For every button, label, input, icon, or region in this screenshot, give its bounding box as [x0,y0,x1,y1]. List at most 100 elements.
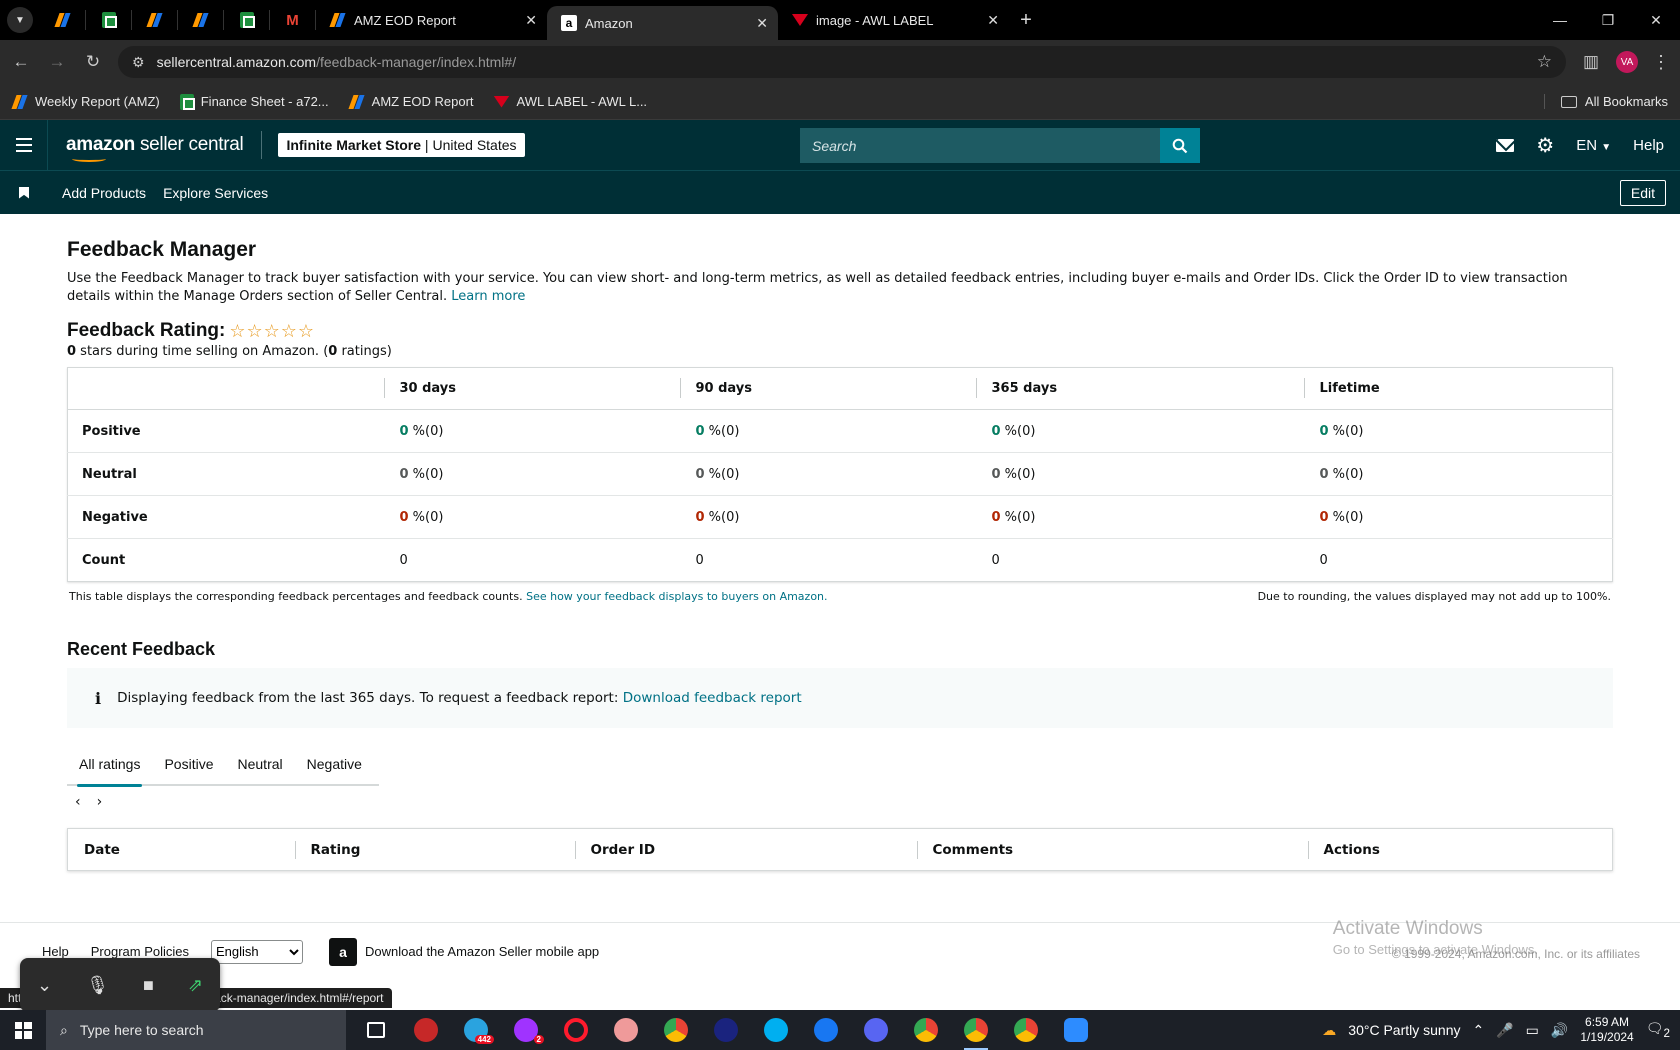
row-label-header [67,367,384,410]
metric-value: 0 [399,509,409,525]
restore-icon[interactable]: ❐ [1584,0,1632,40]
metric-suffix: %(0) [408,423,444,439]
sheets-icon [179,93,195,110]
download-report-link[interactable]: Download feedback report [623,690,802,706]
skype-icon[interactable] [756,1010,796,1050]
bookmark-item[interactable]: Weekly Report (AMZ) [12,94,160,110]
chrome-icon[interactable] [656,1010,696,1050]
notifications-icon[interactable]: 🗨2 [1646,1020,1670,1040]
chevron-left-icon[interactable]: ‹ [75,794,81,810]
chrome-profile-icon[interactable] [1006,1010,1046,1050]
mail-icon[interactable] [1496,138,1515,152]
bookmark-icon[interactable] [19,186,29,199]
footer-help-link[interactable]: Help [42,944,69,959]
tab-search-button[interactable]: ▼ [0,0,40,40]
browser-tab[interactable]: AMZ EOD Report ✕ [316,0,547,40]
weather-text[interactable]: 30°C Partly sunny [1348,1022,1460,1038]
learn-more-link[interactable]: Learn more [451,289,525,304]
all-bookmarks[interactable]: All Bookmarks [1543,94,1668,109]
close-icon[interactable]: ✕ [756,15,768,32]
gear-icon[interactable]: ⚙ [1536,133,1554,158]
close-icon[interactable]: ✕ [987,12,999,29]
pinned-tab[interactable] [178,10,224,30]
add-products-link[interactable]: Add Products [62,185,146,201]
bookmark-item[interactable]: AMZ EOD Report [349,94,474,110]
network-icon[interactable]: ▭ [1526,1022,1539,1039]
tab-positive[interactable]: Positive [152,743,225,785]
all-bookmarks-label: All Bookmarks [1584,94,1668,109]
language-select[interactable]: English [211,939,304,964]
language-selector[interactable]: EN ▼ [1576,137,1611,154]
chrome-profile-icon[interactable] [906,1010,946,1050]
camera-icon[interactable]: ■ [143,975,154,996]
metric-suffix: %(0) [704,423,740,439]
volume-icon[interactable]: 🔊 [1551,1022,1568,1039]
reload-icon[interactable]: ↻ [82,52,104,72]
table-note: This table displays the corresponding fe… [67,590,1613,603]
discord-icon[interactable] [856,1010,896,1050]
seller-central-logo[interactable]: amazon seller central [66,134,244,162]
app-download-link[interactable]: a Download the Amazon Seller mobile app [329,937,599,966]
tab-all-ratings[interactable]: All ratings [67,743,152,787]
close-window-icon[interactable]: ✕ [1632,0,1680,40]
profile-avatar[interactable]: VA [1616,51,1638,73]
new-tab-button[interactable]: + [1009,0,1043,40]
pinned-tab[interactable] [86,10,132,30]
column-header-rating: Rating [294,829,575,871]
collapse-icon[interactable]: ⌄ [37,975,52,996]
mic-muted-icon[interactable]: 🎙 [86,975,109,996]
search-button[interactable] [1160,128,1200,163]
url-bar[interactable]: ⚙ sellercentral.amazon.com/feedback-mana… [118,46,1566,78]
help-link[interactable]: Help [1633,137,1664,154]
taskbar-search[interactable]: ⌕ Type here to search [46,1010,346,1050]
chevron-right-icon[interactable]: › [97,794,103,810]
store-selector[interactable]: Infinite Market Store | United States [278,133,525,157]
minimize-icon[interactable]: — [1536,0,1584,40]
edit-button[interactable]: Edit [1619,180,1666,206]
close-icon[interactable]: ✕ [525,12,537,29]
clock[interactable]: 6:59 AM 1/19/2024 [1580,1015,1633,1045]
tab-negative[interactable]: Negative [295,743,374,785]
bookmark-item[interactable]: Finance Sheet - a72... [179,93,329,110]
awl-icon [493,95,510,108]
back-icon[interactable]: ← [10,52,32,72]
browser-menu-icon[interactable]: ⋮ [1652,52,1670,73]
program-policies-link[interactable]: Program Policies [91,944,189,959]
feedback-display-link[interactable]: See how your feedback displays to buyers… [526,590,827,603]
opera-icon[interactable] [556,1010,596,1050]
header-divider [261,131,263,159]
search-input[interactable] [800,128,1160,163]
row-label: Neutral [67,452,384,496]
weather-icon[interactable]: ☁ [1322,1022,1336,1039]
tray-overflow-icon[interactable]: ⌃ [1473,1022,1485,1039]
clock-app-icon[interactable] [706,1010,746,1050]
pinned-tab[interactable] [132,10,178,30]
share-screen-icon[interactable]: ⇗ [188,975,203,996]
zoom-icon[interactable] [1056,1010,1096,1050]
sheets-icon [239,12,255,28]
facebook-icon[interactable] [806,1010,846,1050]
start-button[interactable] [0,1010,46,1050]
side-panel-icon[interactable]: ▥ [1580,52,1602,72]
microphone-icon[interactable]: 🎤 [1496,1022,1513,1039]
app-icon[interactable] [606,1010,646,1050]
rating-count: 0 [328,344,338,359]
telegram-icon[interactable]: 442 [456,1010,496,1050]
chrome-active-icon[interactable] [956,1010,996,1050]
pinned-tab[interactable]: M [270,10,316,30]
messenger-icon[interactable]: 2 [506,1010,546,1050]
site-info-icon[interactable]: ⚙ [132,54,145,71]
pinned-tab[interactable] [224,10,270,30]
task-view-icon[interactable] [356,1010,396,1050]
info-alert: i Displaying feedback from the last 365 … [67,668,1613,728]
bookmark-star-icon[interactable]: ☆ [1537,52,1552,72]
browser-tab[interactable]: image - AWL LABEL ✕ [778,0,1009,40]
forward-icon[interactable]: → [46,52,68,72]
browser-tab-active[interactable]: a Amazon ✕ [547,6,778,40]
explore-services-link[interactable]: Explore Services [163,185,268,201]
tab-neutral[interactable]: Neutral [226,743,295,785]
hamburger-menu-icon[interactable] [0,120,48,170]
bookmark-item[interactable]: AWL LABEL - AWL L... [493,94,647,109]
app-icon-red[interactable] [406,1010,446,1050]
pinned-tab[interactable] [40,10,86,30]
